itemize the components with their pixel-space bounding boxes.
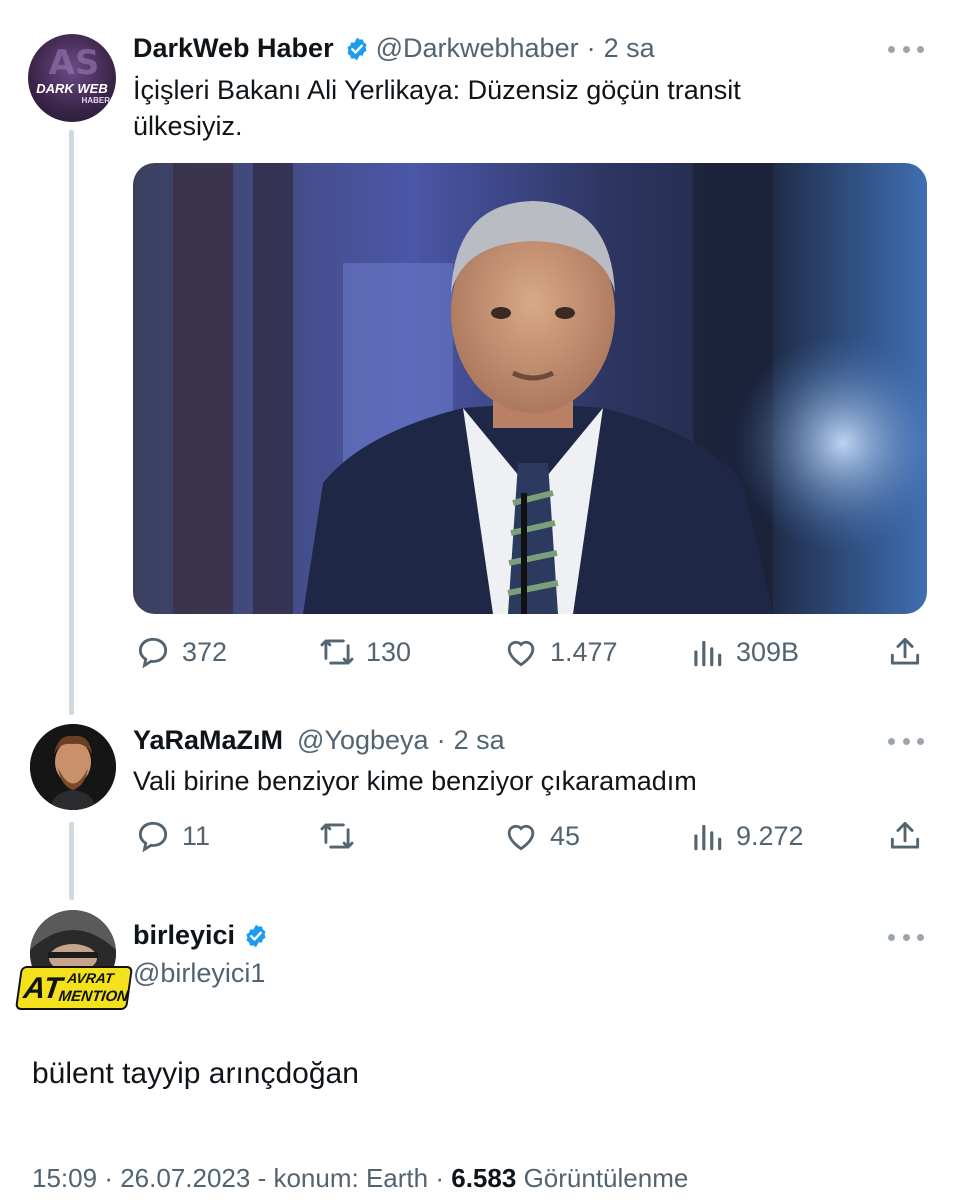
avatar-label-1: DARK WEB <box>36 81 108 96</box>
tweet2-text: Vali birine benziyor kime benziyor çıkar… <box>133 766 697 796</box>
reply-button[interactable]: 11 <box>134 817 210 855</box>
thread-line-1 <box>69 130 74 715</box>
views-icon <box>694 640 722 667</box>
tweet-location: - konum: Earth <box>257 1163 429 1193</box>
avatar-badge: AT AVRAT MENTION <box>14 966 134 1010</box>
separator-dot: · <box>435 1163 445 1193</box>
views-count: 6.583 <box>451 1163 517 1193</box>
views-button[interactable]: 9.272 <box>688 817 804 855</box>
retweet-icon <box>320 823 354 849</box>
tweet-meta: 15:09 · 26.07.2023 - konum: Earth · 6.58… <box>32 1163 688 1194</box>
tweet-time[interactable]: 2 sa <box>454 725 505 756</box>
user-handle[interactable]: @Yogbeya <box>297 725 429 756</box>
views-button[interactable]: 309B <box>688 633 799 671</box>
views-label: Görüntülenme <box>523 1163 689 1193</box>
display-name[interactable]: DarkWeb Haber <box>133 33 334 64</box>
badge-mention: MENTION <box>57 988 130 1005</box>
verified-icon <box>347 37 367 60</box>
tweet1-header: DarkWeb Haber @Darkwebhaber · 2 sa <box>133 33 655 64</box>
svg-text:AS: AS <box>49 43 100 83</box>
display-name[interactable]: YaRaMaZıM <box>133 725 283 756</box>
thread-line-2 <box>69 822 74 900</box>
reply-icon <box>138 637 168 669</box>
user-handle[interactable]: @Darkwebhaber <box>376 33 579 64</box>
share-icon <box>890 821 920 849</box>
minister-photo <box>133 163 927 614</box>
more-icon[interactable] <box>888 42 924 56</box>
separator-dot: · <box>586 33 596 63</box>
share-button[interactable] <box>886 633 924 671</box>
like-count: 45 <box>550 820 581 851</box>
tweet1-photo[interactable] <box>133 163 927 614</box>
avatar-darkweb[interactable]: AS DARK WEB HABER <box>28 34 116 122</box>
tweet3-handle-line: @birleyici1 <box>133 958 265 989</box>
like-count: 1.477 <box>550 636 618 667</box>
more-icon[interactable] <box>888 734 924 748</box>
display-name[interactable]: birleyici <box>133 920 235 951</box>
like-button[interactable]: 45 <box>502 817 580 855</box>
like-button[interactable]: 1.477 <box>502 633 618 671</box>
darkweb-logo-icon: AS <box>49 43 100 83</box>
tweet3-header: birleyici <box>133 920 275 951</box>
retweet-button[interactable] <box>318 817 356 855</box>
tweet2-header: YaRaMaZıM @Yogbeya · 2 sa <box>133 725 505 756</box>
avatar-label-2: HABER <box>81 96 110 105</box>
retweet-icon <box>320 639 354 665</box>
retweet-button[interactable]: 130 <box>318 633 411 671</box>
reply-button[interactable]: 372 <box>134 633 227 671</box>
user-handle[interactable]: @birleyici1 <box>133 958 265 989</box>
tweet1-text: İçişleri Bakanı Ali Yerlikaya: Düzensiz … <box>133 75 741 141</box>
tweet-date[interactable]: 26.07.2023 <box>120 1163 250 1193</box>
reply-count: 372 <box>182 636 228 667</box>
verified-icon <box>246 924 266 947</box>
views-icon <box>694 824 722 851</box>
views-count: 309B <box>736 636 800 667</box>
tweet-time[interactable]: 2 sa <box>604 33 655 64</box>
like-icon <box>507 640 535 667</box>
more-icon[interactable] <box>888 930 924 944</box>
avatar-photo <box>30 724 116 810</box>
like-icon <box>507 824 535 851</box>
tweet3-text: bülent tayyip arınçdoğan <box>32 1057 359 1090</box>
separator-dot: · <box>436 725 446 755</box>
separator-dot: · <box>104 1163 113 1193</box>
reply-icon <box>138 821 168 853</box>
retweet-count: 130 <box>366 636 412 667</box>
tweet-time[interactable]: 15:09 <box>32 1163 97 1193</box>
avatar-yogbeya[interactable] <box>30 724 116 810</box>
share-icon <box>890 637 920 665</box>
share-button[interactable] <box>886 817 924 855</box>
badge-avrat: AVRAT <box>66 970 115 986</box>
reply-count: 11 <box>182 820 211 851</box>
views-count: 9.272 <box>736 820 804 851</box>
